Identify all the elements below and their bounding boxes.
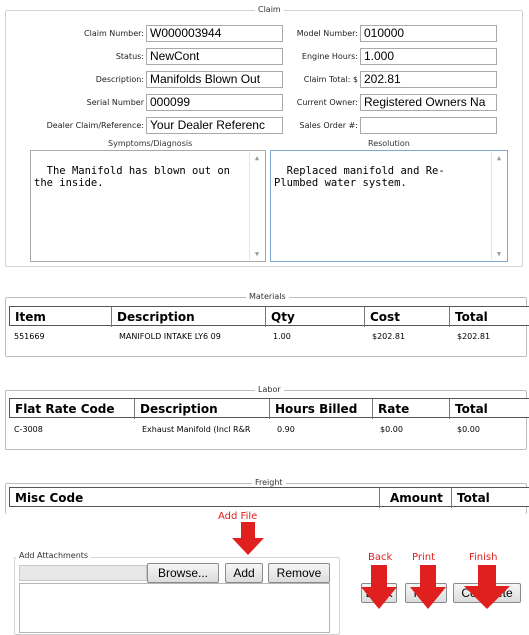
freight-table-header: Misc Code Amount Total xyxy=(9,487,529,508)
table-row[interactable]: C-3008 Exhaust Manifold (Incl R&R 0.90 $… xyxy=(9,424,529,438)
engine-hours-label: Engine Hours: xyxy=(301,52,358,61)
materials-total-cell: $202.81 xyxy=(457,332,491,341)
description-field[interactable]: Manifolds Blown Out xyxy=(146,71,283,88)
resolution-label: Resolution xyxy=(368,139,410,148)
status-label: Status: xyxy=(115,52,144,61)
labor-total-cell: $0.00 xyxy=(457,425,480,434)
back-annotation: Back xyxy=(368,552,393,563)
arrow-down-icon xyxy=(232,522,264,555)
dealer-claim-label: Dealer Claim/Reference: xyxy=(46,121,144,130)
materials-legend: Materials xyxy=(246,292,289,302)
materials-header-description: Description xyxy=(112,307,266,327)
symptoms-scrollbar[interactable]: ▲ ▼ xyxy=(249,152,264,260)
arrow-down-icon xyxy=(464,565,510,609)
scroll-up-icon[interactable]: ▲ xyxy=(250,152,264,164)
attachments-list[interactable] xyxy=(19,583,330,633)
freight-header-amount: Amount xyxy=(380,488,452,508)
symptoms-text: The Manifold has blown out on the inside… xyxy=(34,165,230,189)
claim-number-label: Claim Number: xyxy=(84,29,144,38)
table-row[interactable]: 551669 MANIFOLD INTAKE LY6 09 1.00 $202.… xyxy=(9,331,529,345)
description-label: Description: xyxy=(95,75,144,84)
labor-code-cell: C-3008 xyxy=(14,425,43,434)
add-file-annotation: Add File xyxy=(218,511,258,522)
symptoms-textarea[interactable]: The Manifold has blown out on the inside… xyxy=(30,150,266,262)
symptoms-label: Symptoms/Diagnosis xyxy=(108,139,193,148)
freight-header-misc-code: Misc Code xyxy=(10,488,380,508)
current-owner-field[interactable]: Registered Owners Na xyxy=(360,94,497,111)
materials-header-cost: Cost xyxy=(365,307,450,327)
add-file-button[interactable]: Add xyxy=(225,563,263,583)
labor-header-hours: Hours Billed xyxy=(270,399,373,419)
labor-header-total: Total xyxy=(455,402,488,416)
serial-number-label: Serial Number xyxy=(86,98,144,107)
claim-total-label: Claim Total: $ xyxy=(303,75,358,84)
finish-annotation: Finish xyxy=(469,552,498,563)
arrow-down-icon xyxy=(410,565,446,609)
materials-header-qty: Qty xyxy=(266,307,365,327)
materials-qty-cell: 1.00 xyxy=(273,332,291,341)
freight-header-total: Total xyxy=(457,491,490,505)
engine-hours-field[interactable]: 1.000 xyxy=(360,48,497,65)
materials-item-cell: 551669 xyxy=(14,332,45,341)
scroll-up-icon[interactable]: ▲ xyxy=(492,152,506,164)
sales-order-label: Sales Order #: xyxy=(299,121,358,130)
arrow-down-icon xyxy=(361,565,397,609)
labor-description-cell: Exhaust Manifold (Incl R&R xyxy=(142,425,251,434)
materials-header-item: Item xyxy=(10,307,112,327)
resolution-text: Replaced manifold and Re- Plumbed water … xyxy=(274,165,445,189)
model-number-field[interactable]: 010000 xyxy=(360,25,497,42)
scroll-down-icon[interactable]: ▼ xyxy=(492,248,506,260)
resolution-scrollbar[interactable]: ▲ ▼ xyxy=(491,152,506,260)
labor-rate-cell: $0.00 xyxy=(380,425,403,434)
materials-description-cell: MANIFOLD INTAKE LY6 09 xyxy=(119,332,221,341)
labor-legend: Labor xyxy=(255,385,284,395)
scroll-down-icon[interactable]: ▼ xyxy=(250,248,264,260)
file-path-field[interactable] xyxy=(19,565,147,581)
claim-legend: Claim xyxy=(255,5,284,15)
labor-table-header: Flat Rate Code Description Hours Billed … xyxy=(9,398,529,419)
materials-cost-cell: $202.81 xyxy=(372,332,406,341)
status-field[interactable]: NewCont xyxy=(146,48,283,65)
browse-button[interactable]: Browse... xyxy=(147,563,219,583)
dealer-claim-field[interactable]: Your Dealer Referenc xyxy=(146,117,283,134)
labor-hours-cell: 0.90 xyxy=(277,425,295,434)
serial-number-field[interactable]: 000099 xyxy=(146,94,283,111)
print-annotation: Print xyxy=(412,552,436,563)
sales-order-field[interactable] xyxy=(360,117,497,134)
labor-header-code: Flat Rate Code xyxy=(10,399,135,419)
resolution-textarea[interactable]: Replaced manifold and Re- Plumbed water … xyxy=(270,150,508,262)
model-number-label: Model Number: xyxy=(296,29,358,38)
labor-header-description: Description xyxy=(135,399,270,419)
claim-total-field[interactable]: 202.81 xyxy=(360,71,497,88)
materials-header-total: Total xyxy=(455,310,488,324)
materials-table-header: Item Description Qty Cost Total xyxy=(9,306,529,327)
attachments-legend: Add Attachments xyxy=(16,551,92,561)
remove-button[interactable]: Remove xyxy=(268,563,330,583)
claim-number-field[interactable]: W000003944 xyxy=(146,25,283,42)
labor-header-rate: Rate xyxy=(373,399,450,419)
current-owner-label: Current Owner: xyxy=(296,98,358,107)
